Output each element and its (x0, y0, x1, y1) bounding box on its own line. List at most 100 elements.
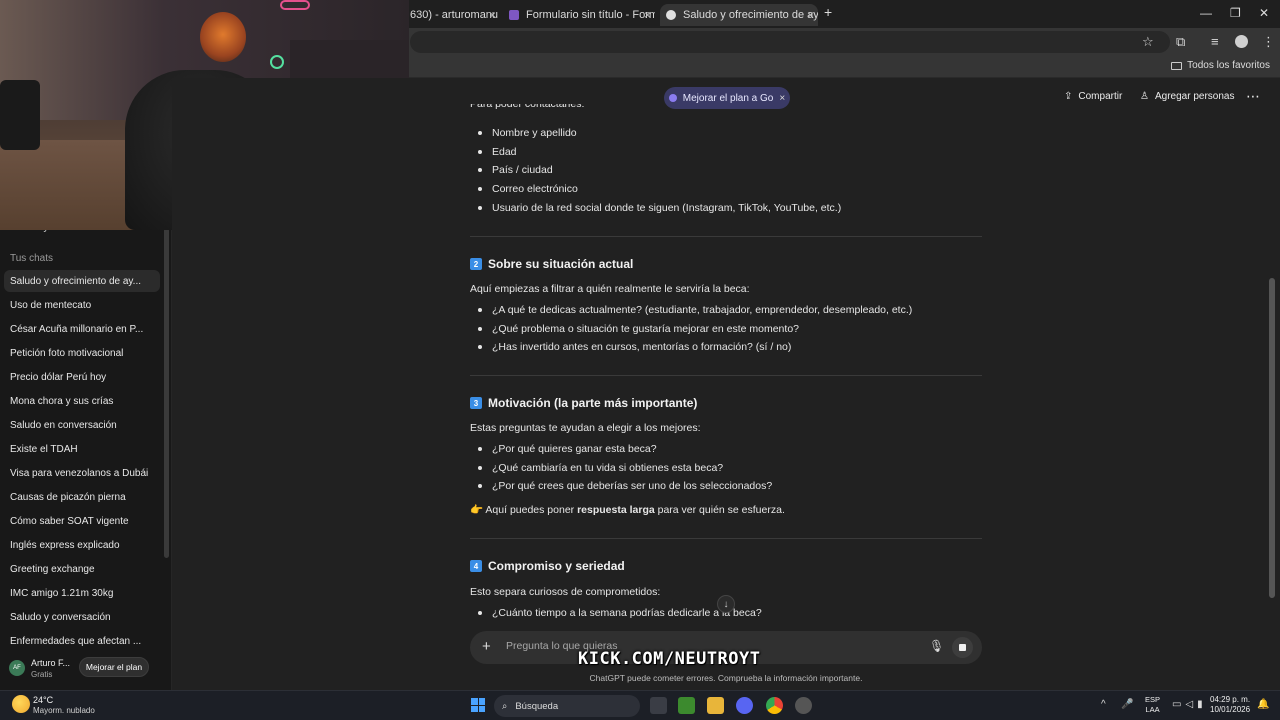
weather-desc[interactable]: Mayorm. nublado (33, 706, 95, 715)
sidebar-chat-item[interactable]: Mona chora y sus crías (4, 390, 160, 412)
all-bookmarks[interactable]: Todos los favoritos (1171, 60, 1270, 71)
sidebar-chat-item[interactable]: Saludo y ofrecimiento de ay... (4, 270, 160, 292)
sidebar-chat-item[interactable]: Causas de picazón pierna (4, 486, 160, 508)
neon-sign (280, 0, 310, 10)
sidebar-chat-item[interactable]: César Acuña millonario en P... (4, 318, 160, 340)
sidebar-chat-item[interactable]: Cómo saber SOAT vigente (4, 510, 160, 532)
language-indicator[interactable]: ESP LAA (1145, 695, 1160, 715)
list-item: Nombre y apellido (470, 124, 990, 143)
chrome-icon[interactable] (766, 697, 783, 714)
gaming-chair (0, 80, 40, 150)
tab-chatgpt[interactable]: Saludo y ofrecimiento de ayuda × (660, 4, 818, 26)
browser-menu-icon[interactable]: ⋮ (1262, 34, 1275, 50)
avatar[interactable]: AF (9, 660, 25, 676)
sidebar-chat-item[interactable]: Existe el TDAH (4, 438, 160, 460)
minecraft-icon[interactable] (678, 697, 695, 714)
tab-label: Saludo y ofrecimiento de ayuda (683, 9, 818, 21)
number-badge: 4 (470, 560, 482, 572)
extensions-icon[interactable]: ⧉ (1176, 34, 1185, 50)
sidebar-chat-item[interactable]: Greeting exchange (4, 558, 160, 580)
sidebar-chat-item[interactable]: Saludo y conversación (4, 606, 160, 628)
clock[interactable]: 04:29 p. m. 10/01/2026 (1210, 695, 1250, 715)
folder-icon (1171, 61, 1183, 70)
microphone-tray-icon[interactable]: 🎤 (1121, 699, 1133, 710)
weather-icon[interactable] (12, 695, 30, 713)
bookmark-star-icon[interactable]: ☆ (1142, 34, 1154, 50)
forms-icon (509, 10, 519, 20)
chat-scrollbar[interactable] (1269, 278, 1275, 598)
person-icon: ♙ (1140, 91, 1149, 102)
notification-bell-icon[interactable]: 🔔 (1257, 699, 1269, 710)
tab-label: Formulario sin título - Formular (526, 9, 655, 21)
section-title: Motivación (la parte más importante) (488, 396, 698, 410)
sidebar-chat-item[interactable]: Enfermedades que afectan ... (4, 630, 160, 652)
network-volume-battery-icons[interactable]: ▭◁▮ (1172, 699, 1207, 710)
profile-avatar-icon[interactable] (1235, 35, 1248, 48)
chat-main: Mejorar el plan a Go × ⇪ Compartir ♙ Agr… (172, 78, 1280, 690)
stream-overlay-text: KICK.COM/NEUTROYT (578, 649, 761, 669)
list-item: Usuario de la red social donde te siguen… (470, 199, 990, 218)
close-window-icon[interactable]: ✕ (1259, 6, 1269, 20)
share-button[interactable]: ⇪ Compartir (1064, 91, 1122, 102)
tip-text-bold: respuesta larga (577, 504, 655, 517)
sidebar-chat-item[interactable]: Visa para venezolanos a Dubái (4, 462, 160, 484)
close-tab-icon[interactable]: × (807, 8, 814, 22)
close-tab-icon[interactable]: × (489, 8, 496, 22)
start-icon[interactable] (471, 698, 485, 712)
file-explorer-icon[interactable] (707, 697, 724, 714)
lang-bottom: LAA (1145, 705, 1160, 714)
list-item: ¿Qué cambiaría en tu vida si obtienes es… (470, 459, 990, 478)
tip-note: 👉 Aquí puedes poner respuesta larga para… (470, 501, 990, 519)
sidebar-chat-item[interactable]: Uso de mentecato (4, 294, 160, 316)
clock-date: 10/01/2026 (1210, 705, 1251, 714)
section-divider (470, 375, 982, 376)
task-view-icon[interactable] (650, 697, 667, 714)
upgrade-go-label: Mejorar el plan a Go (682, 92, 774, 104)
tab-kick[interactable]: 630) - arturomanu × (410, 4, 500, 26)
section-divider (470, 538, 982, 539)
user-plan: Gratis (31, 670, 53, 679)
add-people-button[interactable]: ♙ Agregar personas (1140, 91, 1234, 102)
list-item: ¿Por qué quieres ganar esta beca? (470, 440, 990, 459)
minimize-icon[interactable]: — (1200, 6, 1212, 20)
discord-icon[interactable] (736, 697, 753, 714)
sidebar-scrollbar[interactable] (164, 228, 169, 558)
app-icon[interactable] (795, 697, 812, 714)
list-item: País / ciudad (470, 161, 990, 180)
sidebar-chat-item[interactable]: IMC amigo 1.21m 30kg (4, 582, 160, 604)
tab-form[interactable]: Formulario sin título - Formular × (505, 4, 655, 26)
tip-text-pre: Aquí puedes poner (485, 504, 578, 517)
section-heading: 4 Compromiso y seriedad (470, 559, 990, 573)
plus-icon[interactable]: + (482, 638, 491, 655)
share-label: Compartir (1078, 91, 1123, 102)
disclaimer-text: ChatGPT puede cometer errores. Comprueba… (589, 673, 863, 683)
stop-icon (959, 644, 966, 651)
section-divider (470, 236, 982, 237)
user-name: Arturo F... (31, 658, 71, 668)
user-row[interactable]: AF Arturo F... Gratis Mejorar el plan (0, 652, 171, 688)
number-badge: 2 (470, 258, 482, 270)
scroll-down-button[interactable]: ↓ (717, 595, 735, 613)
url-field[interactable] (410, 31, 1170, 53)
tab-label: 630) - arturomanu (410, 9, 499, 21)
section-title: Sobre su situación actual (488, 257, 634, 271)
new-tab-icon[interactable]: + (824, 4, 832, 20)
neon-sign (270, 55, 284, 69)
chevron-up-icon[interactable]: ^ (1101, 699, 1106, 710)
sidebar-chat-item[interactable]: Precio dólar Perú hoy (4, 366, 160, 388)
maximize-icon[interactable]: ❐ (1230, 6, 1241, 20)
stop-button[interactable] (952, 637, 973, 658)
media-icon[interactable]: ≡ (1211, 34, 1219, 49)
section-heading: 2 Sobre su situación actual (470, 257, 990, 271)
weather-temp[interactable]: 24°C (33, 695, 53, 705)
upgrade-plan-button[interactable]: Mejorar el plan (79, 657, 149, 677)
more-options-icon[interactable]: ⋯ (1246, 88, 1260, 105)
share-icon: ⇪ (1064, 91, 1073, 102)
taskbar-search[interactable]: ⌕ Búsqueda (494, 695, 640, 717)
microphone-icon[interactable]: 🎙 (929, 639, 944, 653)
sidebar-chat-item[interactable]: Petición foto motivacional (4, 342, 160, 364)
close-tab-icon[interactable]: × (644, 8, 651, 22)
close-icon[interactable]: × (779, 93, 785, 104)
sidebar-chat-item[interactable]: Inglés express explicado (4, 534, 160, 556)
sidebar-chat-item[interactable]: Saludo en conversación (4, 414, 160, 436)
